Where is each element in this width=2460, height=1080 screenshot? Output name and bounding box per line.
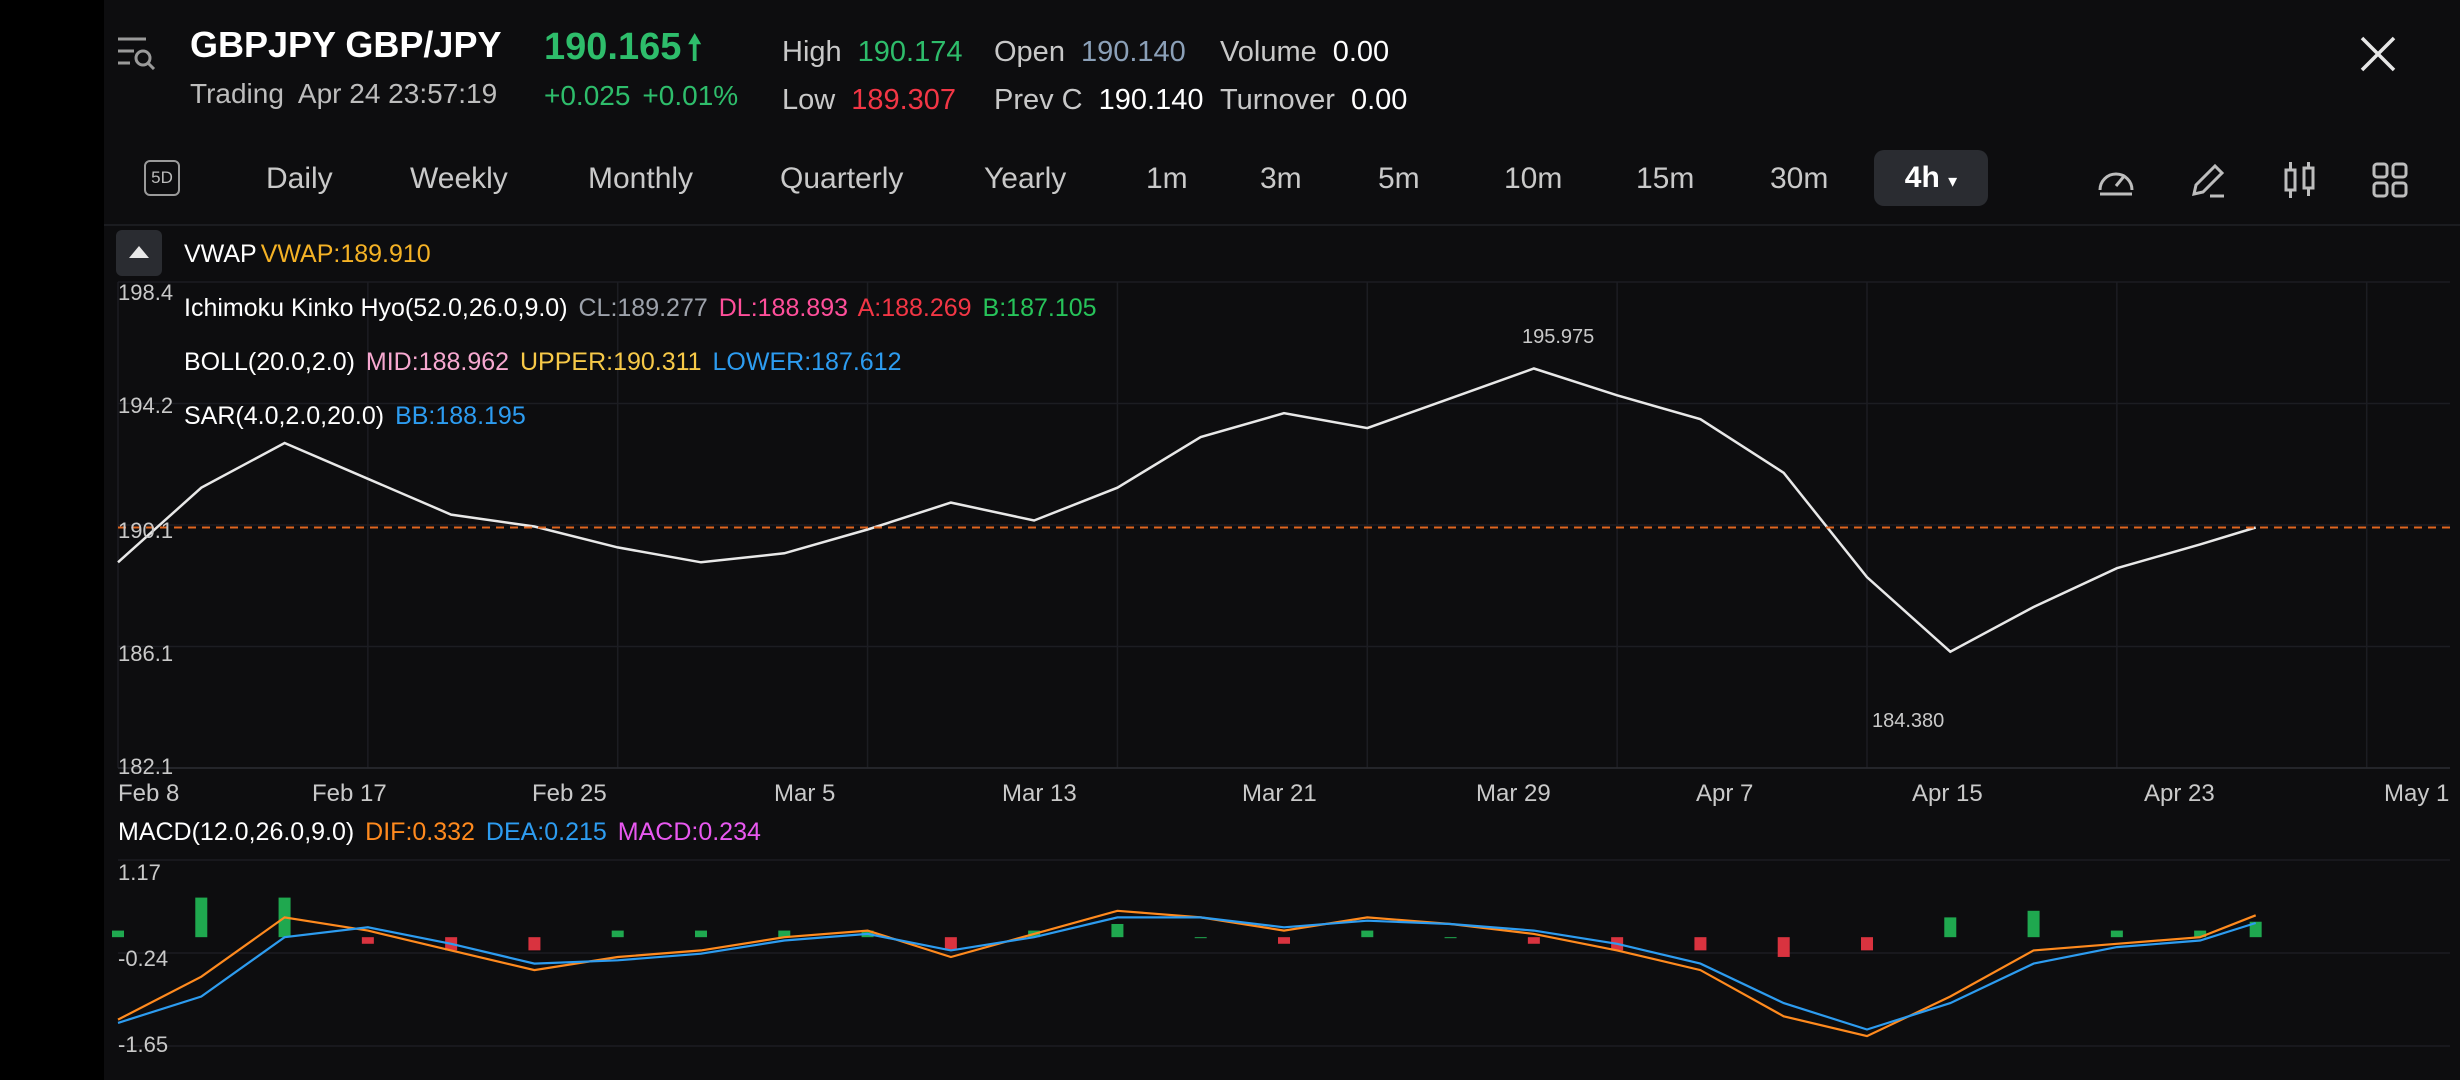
- macd-histogram-bar: [695, 930, 707, 938]
- macd-y-tick-label: 1.17: [118, 860, 161, 885]
- macd-histogram-bar: [1111, 923, 1124, 938]
- macd-histogram-bar: [1861, 937, 1873, 951]
- macd-histogram-bar: [611, 930, 624, 938]
- boll-legend[interactable]: BOLL(20.0,2.0) MID:188.962 UPPER:190.311…: [184, 348, 906, 377]
- macd-histogram-bar: [528, 937, 541, 951]
- sar-legend[interactable]: SAR(4.0,2.0,20.0) BB:188.195: [184, 402, 530, 431]
- high-annotation: 195.975: [1522, 326, 1595, 348]
- macd-histogram-bar: [2027, 910, 2040, 938]
- macd-histogram-bar: [112, 930, 124, 938]
- macd-histogram-bar: [944, 937, 957, 951]
- x-tick-label: Apr 7: [1696, 780, 1754, 807]
- y-tick-label: 190.1: [118, 518, 174, 543]
- macd-legend[interactable]: MACD(12.0,26.0,9.0) DIF:0.332 DEA:0.215 …: [118, 818, 765, 847]
- macd-histogram-bar: [1777, 937, 1790, 957]
- y-tick-label: 182.1: [118, 754, 174, 779]
- macd-histogram-bar: [195, 897, 208, 938]
- collapse-indicators-button[interactable]: [116, 230, 162, 276]
- vwap-legend[interactable]: VWAP VWAP:189.910: [184, 240, 435, 269]
- x-tick-label: Feb 25: [532, 780, 607, 807]
- x-tick-label: Mar 21: [1242, 780, 1317, 807]
- macd-y-tick-label: -0.24: [118, 946, 169, 971]
- macd-histogram-bar: [2110, 930, 2123, 938]
- macd-histogram-bar: [1361, 930, 1374, 938]
- macd-histogram-bar: [361, 937, 374, 944]
- low-annotation: 184.380: [1872, 710, 1945, 732]
- y-tick-label: 198.4: [118, 280, 174, 305]
- macd-histogram-bar: [1944, 917, 1957, 938]
- x-tick-label: Mar 13: [1002, 780, 1077, 807]
- x-tick-label: Mar 5: [774, 780, 836, 807]
- x-tick-label: Apr 15: [1912, 780, 1983, 807]
- x-tick-label: Feb 17: [312, 780, 387, 807]
- dea-line: [117, 916, 2257, 1031]
- macd-histogram-bar: [1194, 937, 1207, 939]
- x-tick-label: Mar 29: [1476, 780, 1551, 807]
- x-tick-label: Apr 23: [2144, 780, 2215, 807]
- macd-histogram-bar: [1278, 937, 1290, 944]
- dif-line: [117, 909, 2257, 1038]
- macd-histogram-bar: [1527, 937, 1540, 944]
- ichimoku-legend[interactable]: Ichimoku Kinko Hyo(52.0,26.0,9.0) CL:189…: [184, 294, 1101, 323]
- chevron-up-icon: [129, 246, 149, 258]
- chart-screen: GBPJPY GBP/JPY Trading Apr 24 23:57:19 19…: [104, 0, 2460, 1080]
- x-tick-label: Feb 8: [118, 780, 180, 807]
- macd-histogram-bar: [1444, 937, 1457, 939]
- system-nav-bar: [0, 0, 104, 1080]
- macd-y-tick-label: -1.65: [118, 1032, 169, 1057]
- macd-histogram-bar: [1694, 937, 1707, 951]
- price-chart[interactable]: [104, 0, 2460, 1080]
- y-tick-label: 186.1: [118, 641, 174, 666]
- y-tick-label: 194.2: [118, 393, 174, 418]
- x-tick-label: May 1: [2384, 780, 2450, 807]
